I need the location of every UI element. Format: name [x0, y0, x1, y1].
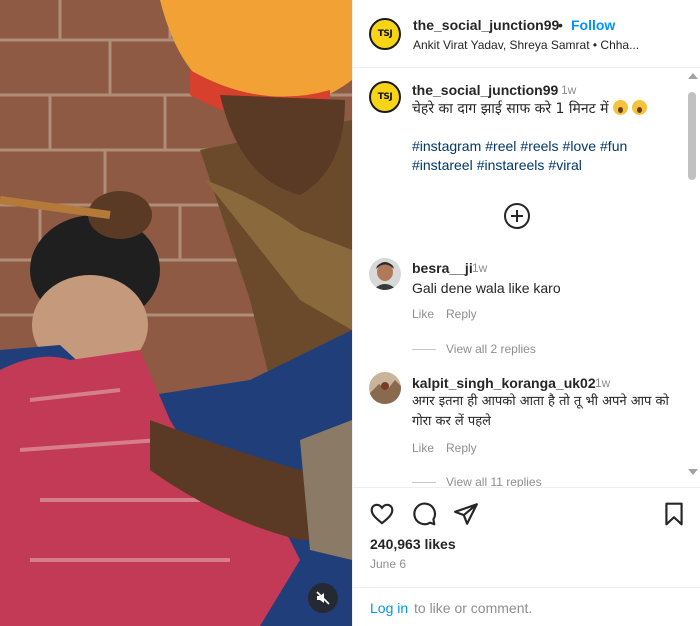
mute-button[interactable]	[308, 583, 338, 613]
caption-body: चेहरे का दाग झाई साफ करे 1 मिनट में	[412, 101, 609, 117]
comments-section[interactable]: TSJ the_social_junction99 1w चेहरे का दा…	[353, 69, 700, 487]
reel-video-frame	[0, 0, 352, 626]
caption-username[interactable]: the_social_junction99	[412, 82, 558, 98]
view-replies-button[interactable]: View all 11 replies	[412, 475, 542, 487]
bookmark-icon[interactable]	[661, 501, 687, 527]
separator-dot: •	[558, 17, 563, 33]
caption-hashtags: #instagram #reel #reels #love #fun #instaree…	[412, 137, 682, 175]
login-prompt: Log in to like or comment.	[353, 587, 700, 626]
commenter-avatar[interactable]	[369, 258, 401, 290]
post-details-panel: TSJ the_social_junction99 • Follow Ankit…	[352, 0, 700, 626]
divider-line	[412, 349, 436, 351]
comment-reply-button[interactable]: Reply	[446, 307, 477, 321]
heart-icon[interactable]	[369, 501, 395, 527]
post-actions: 240,963 likes June 6	[353, 487, 700, 587]
speaker-muted-icon	[316, 591, 330, 605]
comment-item: besra__ji 1w Gali dene wala like karo Li…	[353, 255, 683, 365]
hashtag-link[interactable]: #reel	[485, 138, 516, 154]
comment-timestamp: 1w	[595, 376, 611, 390]
comment-timestamp: 1w	[472, 261, 488, 275]
scroll-up-arrow-icon[interactable]	[688, 73, 698, 79]
view-replies-label: View all 2 replies	[446, 342, 536, 356]
hashtag-link[interactable]: #fun	[600, 138, 627, 154]
comment-like-button[interactable]: Like	[412, 307, 434, 321]
share-icon[interactable]	[453, 501, 479, 527]
login-prompt-text: to like or comment.	[414, 600, 533, 616]
comment-text: Gali dene wala like karo	[412, 280, 561, 296]
comment-reply-button[interactable]: Reply	[446, 441, 477, 455]
hashtag-link[interactable]: #instareel	[412, 157, 473, 173]
shocked-face-emoji-icon	[612, 100, 628, 115]
divider-line	[412, 482, 436, 484]
commenter-avatar[interactable]	[369, 372, 401, 404]
login-link[interactable]: Log in	[370, 600, 408, 616]
scroll-down-arrow-icon[interactable]	[688, 469, 698, 475]
load-more-comments-button[interactable]	[504, 203, 530, 229]
post-date[interactable]: June 6	[370, 557, 406, 571]
author-username[interactable]: the_social_junction99	[413, 17, 559, 33]
comment-icon[interactable]	[411, 501, 437, 527]
caption-text: चेहरे का दाग झाई साफ करे 1 मिनट में	[412, 100, 682, 119]
shocked-face-emoji-icon	[632, 100, 648, 115]
commenter-username[interactable]: kalpit_singh_koranga_uk02	[412, 375, 596, 391]
commenter-photo	[369, 372, 401, 404]
comment-item: kalpit_singh_koranga_uk02 1w अगर इतना ही…	[353, 372, 683, 487]
view-replies-button[interactable]: View all 2 replies	[412, 342, 536, 356]
commenter-photo	[369, 258, 401, 290]
comment-text: अगर इतना ही आपको आता है तो तू भी अपने आप…	[412, 394, 669, 429]
comments-scrollbar[interactable]	[685, 69, 699, 487]
comment-like-button[interactable]: Like	[412, 441, 434, 455]
caption-timestamp: 1w	[561, 83, 577, 97]
hashtag-link[interactable]: #reels	[520, 138, 558, 154]
hashtag-link[interactable]: #instagram	[412, 138, 481, 154]
caption-author-avatar[interactable]: TSJ	[369, 81, 401, 113]
commenter-username[interactable]: besra__ji	[412, 260, 473, 276]
view-replies-label: View all 11 replies	[446, 475, 542, 487]
reel-media[interactable]	[0, 0, 352, 626]
hashtag-link[interactable]: #instareels	[477, 157, 545, 173]
author-avatar[interactable]: TSJ	[369, 18, 401, 50]
hashtag-link[interactable]: #love	[563, 138, 596, 154]
follow-button[interactable]: Follow	[571, 17, 615, 33]
hashtag-link[interactable]: #viral	[548, 157, 581, 173]
post-header: TSJ the_social_junction99 • Follow Ankit…	[353, 0, 700, 68]
avatar-initials: TSJ	[377, 92, 393, 102]
collaborators-audio-subtitle[interactable]: Ankit Virat Yadav, Shreya Samrat • Chha.…	[413, 38, 653, 52]
avatar-initials: TSJ	[377, 29, 393, 39]
scrollbar-thumb[interactable]	[688, 92, 696, 180]
likes-count[interactable]: 240,963 likes	[370, 536, 456, 552]
